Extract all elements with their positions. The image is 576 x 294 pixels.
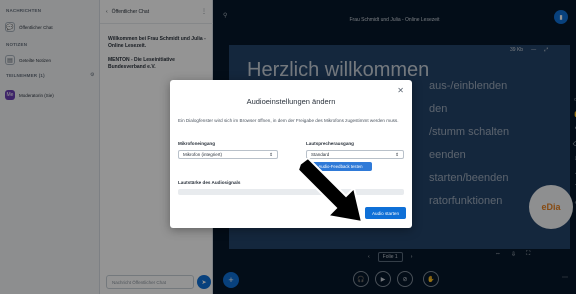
modal-description: Ein Dialogfenster wird sich im Browser ö… bbox=[178, 118, 399, 123]
pointer-arrow-icon bbox=[296, 158, 364, 224]
start-audio-button[interactable]: Audio starten bbox=[365, 207, 406, 219]
dropdown-arrows-icon: ⇕ bbox=[395, 151, 399, 157]
mic-select-value: Mikrofon (integriert) bbox=[183, 152, 223, 157]
level-label: Lautstärke des Audiosignals bbox=[178, 180, 241, 185]
speaker-select-value: Standard bbox=[311, 152, 330, 157]
dropdown-arrows-icon: ⇕ bbox=[269, 151, 273, 157]
mic-label: Mikrofoneingang bbox=[178, 141, 216, 146]
close-icon[interactable]: ✕ bbox=[397, 86, 404, 95]
mic-select[interactable]: Mikrofon (integriert) ⇕ bbox=[178, 150, 278, 159]
modal-title: Audioeinstellungen ändern bbox=[246, 97, 336, 106]
speaker-label: Lautsprecherausgang bbox=[306, 141, 354, 146]
